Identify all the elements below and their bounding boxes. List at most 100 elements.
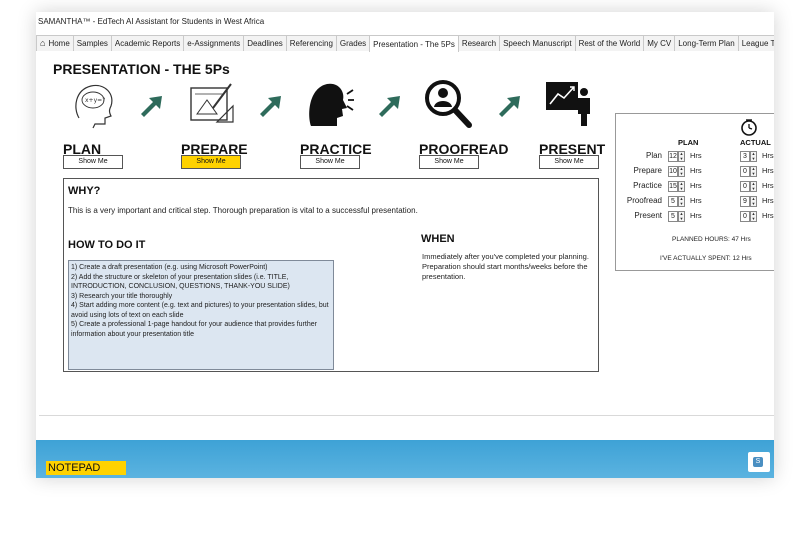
when-text: Immediately after you've completed your …: [422, 252, 589, 281]
plan-hours-spinner[interactable]: ▲ ▼: [678, 181, 685, 192]
hours-row-label: Proofread: [626, 196, 662, 205]
tab-speech-manuscript[interactable]: Speech Manuscript: [499, 35, 576, 51]
actual-hours-total: I'VE ACTUALLY SPENT: 12 Hrs: [660, 255, 752, 262]
actual-hours-spinner[interactable]: ▲ ▼: [750, 166, 757, 177]
magnify-person-icon: [425, 80, 472, 128]
how-step: 4) Start adding more content (e.g. text …: [71, 302, 329, 319]
actual-hours-spinner[interactable]: ▲ ▼: [750, 196, 757, 207]
plan-hours-spinner[interactable]: ▲ ▼: [678, 166, 685, 177]
actual-hours-input[interactable]: 9: [740, 196, 750, 207]
actual-hours-spinner[interactable]: ▲ ▼: [750, 211, 757, 222]
plan-hours-spinner[interactable]: ▲ ▼: [678, 211, 685, 222]
tab-e-assignments[interactable]: e-Assignments: [183, 35, 245, 51]
tab-label: Home: [48, 39, 70, 48]
hours-row-label: Present: [634, 211, 662, 220]
plan-hours-input[interactable]: 15: [668, 181, 678, 192]
arrow-right-icon: [499, 96, 520, 117]
tab-label: Speech Manuscript: [503, 39, 572, 48]
tab-samples[interactable]: Samples: [72, 35, 112, 51]
hours-row-proofread: Proofread 5 ▲ ▼ Hrs 9 ▲ ▼ Hrs: [616, 196, 774, 208]
actual-hours-input[interactable]: 0: [740, 211, 750, 222]
tab-label: League Table: [741, 39, 774, 48]
tab-label: Samples: [76, 39, 108, 48]
svg-text:x+y=?: x+y=?: [85, 97, 105, 104]
speaking-head-icon: [309, 83, 354, 126]
tab-my-cv[interactable]: My CV: [643, 35, 676, 51]
title-bar: SAMANTHA™ - EdTech AI Assistant for Stud…: [36, 12, 774, 32]
hours-row-prepare: Prepare 10 ▲ ▼ Hrs 0 ▲ ▼ Hrs: [616, 166, 774, 178]
tab-home[interactable]: ⌂ Home: [36, 35, 74, 51]
actual-hours-spinner[interactable]: ▲ ▼: [750, 151, 757, 162]
unit-label: Hrs: [690, 196, 702, 205]
plan-hours-spinner[interactable]: ▲ ▼: [678, 151, 685, 162]
thinking-head-icon: x+y=?: [75, 84, 113, 129]
tab-league-table[interactable]: League Table: [737, 35, 774, 51]
unit-label: Hrs: [762, 166, 774, 175]
tab-label: Deadlines: [247, 39, 283, 48]
home-icon: ⌂: [40, 38, 46, 48]
sidebar-toggle-icon: S: [753, 457, 763, 467]
unit-label: Hrs: [762, 181, 774, 190]
tab-label: My CV: [647, 39, 672, 48]
tab-label: e-Assignments: [187, 39, 241, 48]
notepad-bar: NOTEPAD S: [36, 440, 774, 478]
unit-label: Hrs: [690, 151, 702, 160]
how-step: 1) Create a draft presentation (e.g. usi…: [71, 264, 268, 271]
app-title: SAMANTHA™ - EdTech AI Assistant for Stud…: [38, 17, 265, 26]
show-me-present-button[interactable]: Show Me: [539, 155, 599, 169]
tab-label: Presentation - The 5Ps: [373, 39, 455, 49]
show-me-prepare-button[interactable]: Show Me: [181, 155, 241, 169]
tab-presentation[interactable]: Presentation - The 5Ps: [369, 35, 459, 52]
how-step: 5) Create a professional 1-page handout …: [71, 321, 317, 338]
actual-hours-input[interactable]: 0: [740, 181, 750, 192]
tab-label: Referencing: [289, 39, 333, 48]
presentation-page: PRESENTATION - THE 5Ps x+y=? PLAN Show M…: [39, 52, 774, 416]
tab-label: Rest of the World: [578, 39, 641, 48]
actual-column-header: ACTUAL: [740, 138, 771, 147]
actual-hours-input[interactable]: 3: [740, 151, 750, 162]
unit-label: Hrs: [690, 166, 702, 175]
how-step: 3) Research your title thoroughly: [71, 292, 173, 300]
how-heading: HOW TO DO IT: [68, 239, 146, 251]
unit-label: Hrs: [690, 181, 702, 190]
why-heading: WHY?: [68, 185, 101, 197]
tab-rest-of-world[interactable]: Rest of the World: [574, 35, 645, 51]
tab-label: Grades: [339, 39, 367, 48]
arrow-right-icon: [260, 96, 281, 117]
hours-row-practice: Practice 15 ▲ ▼ Hrs 0 ▲ ▼ Hrs: [616, 181, 774, 193]
plan-column-header: PLAN: [678, 138, 699, 147]
tab-long-term-plan[interactable]: Long-Term Plan: [674, 35, 739, 51]
when-heading: WHEN: [421, 233, 455, 245]
actual-hours-spinner[interactable]: ▲ ▼: [750, 181, 757, 192]
show-me-proofread-button[interactable]: Show Me: [419, 155, 479, 169]
hours-row-present: Present 5 ▲ ▼ Hrs 0 ▲ ▼ Hrs: [616, 211, 774, 223]
plan-hours-input[interactable]: 10: [668, 166, 678, 177]
planned-hours-total: PLANNED HOURS: 47 Hrs: [672, 236, 751, 243]
unit-label: Hrs: [690, 211, 702, 220]
actual-hours-input[interactable]: 0: [740, 166, 750, 177]
tab-bar: ⌂ Home Samples Academic Reports e-Assignm…: [36, 35, 774, 52]
tab-research[interactable]: Research: [457, 35, 501, 51]
show-me-practice-button[interactable]: Show Me: [300, 155, 360, 169]
plan-hours-input[interactable]: 5: [668, 211, 678, 222]
unit-label: Hrs: [762, 151, 774, 160]
hours-row-plan: Plan 12 ▲ ▼ Hrs 3 ▲ ▼ Hrs: [616, 151, 774, 163]
how-to-textbox[interactable]: 1) Create a draft presentation (e.g. usi…: [68, 260, 334, 370]
clock-icon: [741, 119, 757, 136]
plan-hours-input[interactable]: 12: [668, 151, 678, 162]
tab-academic-reports[interactable]: Academic Reports: [110, 35, 185, 51]
drafting-icon: [190, 83, 234, 123]
tab-grades[interactable]: Grades: [335, 35, 371, 51]
presenter-board-icon: [546, 82, 590, 126]
unit-label: Hrs: [762, 211, 774, 220]
notepad-button[interactable]: NOTEPAD: [46, 461, 126, 475]
arrow-right-icon: [379, 96, 400, 117]
tab-deadlines[interactable]: Deadlines: [243, 35, 287, 51]
show-me-plan-button[interactable]: Show Me: [63, 155, 123, 169]
sidebar-toggle-button[interactable]: S: [748, 452, 770, 472]
plan-hours-input[interactable]: 5: [668, 196, 678, 207]
tab-label: Research: [461, 39, 497, 48]
arrow-right-icon: [141, 96, 162, 117]
plan-hours-spinner[interactable]: ▲ ▼: [678, 196, 685, 207]
tab-referencing[interactable]: Referencing: [285, 35, 337, 51]
